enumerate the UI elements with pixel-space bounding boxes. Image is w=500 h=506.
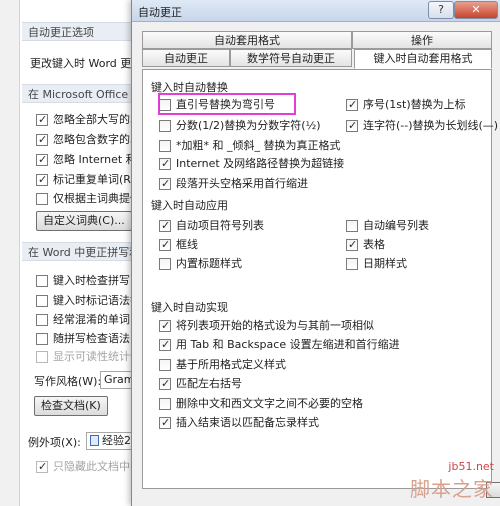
checkbox[interactable] bbox=[159, 99, 171, 111]
exceptions-value: 经验2 bbox=[102, 434, 131, 447]
office-section: 在 Microsoft Office 中 bbox=[22, 84, 134, 103]
option-label: 忽略全部大写的单 bbox=[53, 113, 134, 126]
help-button[interactable]: ? bbox=[428, 1, 454, 19]
watermark-url: jb51.net bbox=[448, 460, 494, 473]
checkbox[interactable] bbox=[159, 398, 171, 410]
option-label: 段落开头空格采用首行缩进 bbox=[176, 177, 308, 190]
dialog-title: 自动更正 bbox=[138, 6, 182, 19]
checkbox[interactable] bbox=[36, 333, 48, 345]
tab-autoformat[interactable]: 自动套用格式 bbox=[142, 31, 352, 49]
checkbox[interactable] bbox=[159, 218, 171, 234]
option-label: 自动编号列表 bbox=[363, 219, 429, 232]
option-label: 分数(1/2)替换为分数字符(½) bbox=[176, 119, 321, 132]
option-label: 删除中文和西文文字之间不必要的空格 bbox=[176, 397, 363, 410]
option-label: 自动项目符号列表 bbox=[176, 219, 264, 232]
option-label: 插入结束语以匹配备忘录样式 bbox=[176, 416, 319, 429]
writing-style-label: 写作风格(W): bbox=[34, 375, 102, 388]
checkbox[interactable] bbox=[159, 415, 171, 431]
close-icon: ✕ bbox=[471, 3, 481, 16]
checkbox[interactable] bbox=[36, 172, 48, 188]
exceptions-label: 例外项(X): bbox=[28, 436, 81, 449]
checkbox bbox=[36, 459, 48, 475]
checkbox[interactable] bbox=[346, 258, 358, 270]
option-label: 框线 bbox=[176, 238, 198, 251]
watermark: jb51.net 脚本之家 bbox=[410, 460, 494, 502]
writing-style-select[interactable]: Gram bbox=[100, 371, 134, 389]
checkbox[interactable] bbox=[159, 376, 171, 392]
checkbox[interactable] bbox=[346, 118, 358, 134]
check-document-button[interactable]: 检查文档(K) bbox=[34, 396, 108, 416]
option-label: 将列表项开始的格式设为与其前一项相似 bbox=[176, 319, 374, 332]
option-label: 表格 bbox=[363, 238, 385, 251]
option-label: 键入时检查拼写(P) bbox=[53, 274, 134, 287]
tab-math-autocorrect[interactable]: 数学符号自动更正 bbox=[230, 49, 352, 67]
dialog-titlebar[interactable]: 自动更正 ? ✕ bbox=[132, 0, 500, 22]
option-label: 标记重复单词(R) bbox=[53, 173, 134, 186]
option-label: 只隐藏此文档中的 bbox=[53, 460, 134, 473]
option-label: 经常混淆的单词(N) bbox=[53, 313, 134, 326]
checkbox[interactable] bbox=[159, 156, 171, 172]
option-label: 基于所用格式定义样式 bbox=[176, 358, 286, 371]
checkbox[interactable] bbox=[346, 97, 358, 113]
option-label: Internet 及网络路径替换为超链接 bbox=[176, 157, 345, 170]
close-button[interactable]: ✕ bbox=[454, 1, 498, 19]
checkbox[interactable] bbox=[159, 318, 171, 334]
word-spelling-section: 在 Word 中更正拼写和 bbox=[22, 242, 134, 261]
option-label: *加粗* 和 _倾斜_ 替换为真正格式 bbox=[176, 139, 341, 152]
group-title-apply: 键入时自动应用 bbox=[151, 199, 228, 212]
checkbox[interactable] bbox=[36, 112, 48, 128]
checkbox[interactable] bbox=[159, 176, 171, 192]
tab-autoformat-as-you-type[interactable]: 键入时自动套用格式 bbox=[354, 49, 492, 69]
autocorrect-dialog: 自动更正 ? ✕ 自动套用格式 操作 自动更正 数学符号自动更正 键入时自动套用… bbox=[131, 0, 500, 506]
checkbox[interactable] bbox=[159, 120, 171, 132]
tab-autocorrect[interactable]: 自动更正 bbox=[142, 49, 230, 67]
checkbox[interactable] bbox=[36, 193, 48, 205]
checkbox[interactable] bbox=[36, 314, 48, 326]
option-label: 键入时标记语法错 bbox=[53, 294, 134, 307]
checkbox[interactable] bbox=[346, 220, 358, 232]
option-label: 匹配左右括号 bbox=[176, 377, 242, 390]
autocorrect-description: 更改键入时 Word 更 bbox=[30, 57, 132, 70]
checkbox[interactable] bbox=[159, 337, 171, 353]
option-label: 忽略 Internet 和文 bbox=[53, 153, 134, 166]
option-label: 连字符(--)替换为长划线(—) bbox=[363, 119, 499, 132]
checkbox[interactable] bbox=[36, 152, 48, 168]
group-title-auto: 键入时自动实现 bbox=[151, 301, 228, 314]
tab-actions[interactable]: 操作 bbox=[352, 31, 492, 49]
option-label: 日期样式 bbox=[363, 257, 407, 270]
option-label: 忽略包含数字的单 bbox=[53, 133, 134, 146]
document-icon bbox=[90, 435, 99, 446]
exceptions-select[interactable]: 经验2 bbox=[86, 432, 134, 450]
option-label: 随拼写检查语法(H bbox=[53, 332, 134, 345]
option-label: 用 Tab 和 Backspace 设置左缩进和首行缩进 bbox=[176, 338, 400, 351]
checkbox[interactable] bbox=[159, 140, 171, 152]
custom-dictionary-button[interactable]: 自定义词典(C)... bbox=[36, 211, 132, 231]
option-label: 内置标题样式 bbox=[176, 257, 242, 270]
option-label: 序号(1st)替换为上标 bbox=[363, 98, 466, 111]
checkbox[interactable] bbox=[36, 132, 48, 148]
autocorrect-options-section: 自动更正选项 bbox=[22, 22, 134, 41]
tab-panel-autoformat-as-you-type: 键入时自动替换 直引号替换为弯引号 分数(1/2)替换为分数字符(½) *加粗*… bbox=[142, 69, 498, 489]
option-label: 直引号替换为弯引号 bbox=[176, 98, 275, 111]
checkbox[interactable] bbox=[346, 237, 358, 253]
option-label: 仅根据主词典提供 bbox=[53, 192, 134, 205]
option-label: 显示可读性统计信 bbox=[53, 350, 134, 363]
checkbox[interactable] bbox=[159, 237, 171, 253]
checkbox[interactable] bbox=[159, 359, 171, 371]
checkbox bbox=[36, 351, 48, 363]
checkbox[interactable] bbox=[36, 275, 48, 287]
checkbox[interactable] bbox=[36, 295, 48, 307]
checkbox[interactable] bbox=[159, 258, 171, 270]
watermark-name: 脚本之家 bbox=[410, 477, 494, 501]
